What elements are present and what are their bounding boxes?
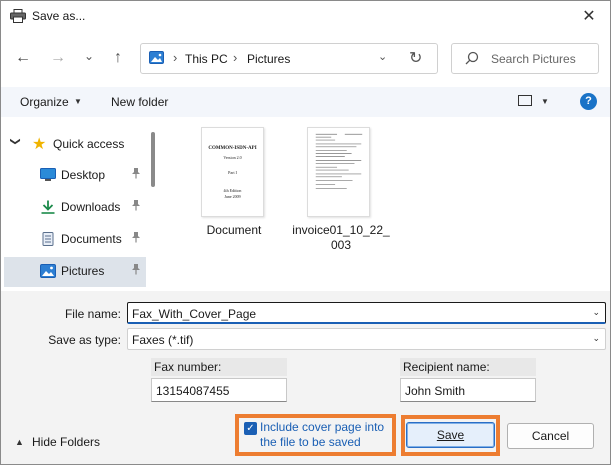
cancel-button-label: Cancel	[531, 429, 570, 443]
invoice-thumbnail	[307, 127, 370, 217]
recipient-name-value: John Smith	[405, 384, 466, 398]
sidebar-item-label: Desktop	[61, 168, 106, 182]
chevron-down-icon: ▼	[74, 97, 82, 106]
refresh-button[interactable]: ↻	[409, 48, 422, 68]
scrollbar[interactable]	[151, 132, 155, 187]
new-folder-button[interactable]: New folder	[111, 95, 168, 109]
file-name-line-1: invoice01_10_22_	[292, 223, 390, 237]
chevron-down-icon[interactable]: ⌄	[592, 333, 600, 344]
search-placeholder: Search Pictures	[491, 52, 576, 66]
search-icon	[465, 51, 479, 65]
file-name-combobox[interactable]: Fax_With_Cover_Page ⌄	[127, 302, 606, 324]
printer-icon	[10, 9, 26, 23]
save-as-dialog: Save as... ✕ ← → ⌄ ↑ › This PC › Picture…	[0, 0, 611, 465]
file-name-value: Fax_With_Cover_Page	[132, 307, 257, 321]
title-bar: Save as... ✕	[1, 1, 610, 33]
breadcrumb-this-pc[interactable]: This PC	[185, 52, 228, 66]
save-button-label: Save	[436, 428, 465, 442]
recipient-name-input[interactable]: John Smith	[400, 378, 536, 402]
include-cover-page-label-line-2[interactable]: the file to be saved	[260, 435, 361, 450]
recipient-name-label-bg: Recipient name:	[400, 358, 536, 376]
breadcrumb-pictures[interactable]: Pictures	[247, 52, 290, 66]
command-bar: Organize ▼ New folder ▼ ?	[1, 87, 610, 117]
hide-folders-button[interactable]: Hide Folders	[32, 435, 100, 449]
sidebar-item-downloads[interactable]: Downloads	[4, 193, 146, 223]
address-bar[interactable]: › This PC › Pictures ⌄ ↻	[140, 43, 438, 74]
save-as-type-label: Save as type:	[21, 333, 121, 347]
pin-icon	[131, 263, 141, 278]
thumbnail-part: Part I	[228, 170, 237, 175]
file-name: Document	[206, 223, 262, 237]
documents-icon	[42, 232, 54, 246]
desktop-icon	[40, 168, 56, 181]
breadcrumb-separator: ›	[173, 50, 178, 65]
recipient-name-label: Recipient name:	[403, 360, 490, 374]
include-cover-page-checkbox[interactable]: ✓	[244, 422, 257, 435]
pin-icon	[131, 199, 141, 214]
pin-icon	[131, 231, 141, 246]
back-button[interactable]: ←	[12, 45, 34, 71]
address-dropdown-button[interactable]: ⌄	[378, 50, 387, 63]
file-name-label-text: File name:	[64, 307, 121, 321]
thumbnail-version: Version 2.0	[223, 155, 242, 160]
breadcrumb-separator: ›	[233, 50, 238, 65]
file-name-line-2: 003	[330, 238, 352, 252]
forward-button[interactable]: →	[47, 45, 69, 71]
sidebar-item-documents[interactable]: Documents	[4, 225, 146, 255]
thumbnail-edition: 4th Edition	[223, 188, 242, 193]
pictures-icon	[40, 264, 56, 278]
sidebar-item-pictures[interactable]: Pictures	[4, 257, 146, 287]
sidebar-item-label: Downloads	[61, 200, 121, 214]
chevron-down-icon[interactable]: ▼	[541, 97, 549, 106]
sidebar-item-quick-access[interactable]: Quick access	[53, 137, 124, 151]
file-name-label: File name:	[21, 307, 121, 321]
save-button[interactable]: Save	[406, 422, 495, 448]
cancel-button[interactable]: Cancel	[507, 423, 594, 449]
close-button[interactable]: ✕	[574, 4, 604, 30]
view-options-icon[interactable]	[518, 95, 532, 106]
file-item-document[interactable]: COMMON-ISDN-API Version 2.0 Part I 4th E…	[199, 127, 269, 257]
sidebar-item-label: Pictures	[61, 264, 105, 278]
fax-number-label: Fax number:	[154, 360, 222, 374]
document-thumbnail: COMMON-ISDN-API Version 2.0 Part I 4th E…	[201, 127, 264, 217]
fax-number-input[interactable]: 13154087455	[151, 378, 287, 402]
sidebar-item-desktop[interactable]: Desktop	[4, 161, 146, 191]
star-icon: ★	[32, 136, 47, 153]
pin-icon	[131, 167, 141, 182]
up-button[interactable]: ↑	[107, 45, 129, 71]
save-as-type-label-text: Save as type:	[48, 333, 121, 347]
save-as-type-select[interactable]: Faxes (*.tif) ⌄	[127, 328, 606, 350]
window-title: Save as...	[32, 9, 86, 23]
chevron-down-icon[interactable]: ⌄	[592, 307, 600, 318]
hide-folders-icon[interactable]: ▲	[15, 437, 24, 447]
save-as-type-value: Faxes (*.tif)	[132, 333, 194, 347]
search-box[interactable]: Search Pictures	[451, 43, 599, 74]
thumbnail-title: COMMON-ISDN-API	[208, 146, 257, 151]
file-item-invoice[interactable]: invoice01_10_22_ 003	[292, 127, 390, 257]
download-icon	[41, 200, 55, 214]
fax-number-label-bg: Fax number:	[151, 358, 287, 376]
help-button[interactable]: ?	[580, 93, 597, 110]
sidebar-item-label: Documents	[61, 232, 122, 246]
organize-button[interactable]: Organize	[20, 95, 69, 109]
chevron-expand-icon[interactable]: ❯	[10, 137, 21, 145]
fax-number-value: 13154087455	[156, 384, 230, 398]
recent-locations-button[interactable]: ⌄	[78, 43, 100, 69]
thumbnail-date: June 2009	[224, 194, 241, 199]
include-cover-page-label-line-1[interactable]: Include cover page into	[260, 420, 384, 435]
pictures-folder-icon	[149, 51, 164, 64]
